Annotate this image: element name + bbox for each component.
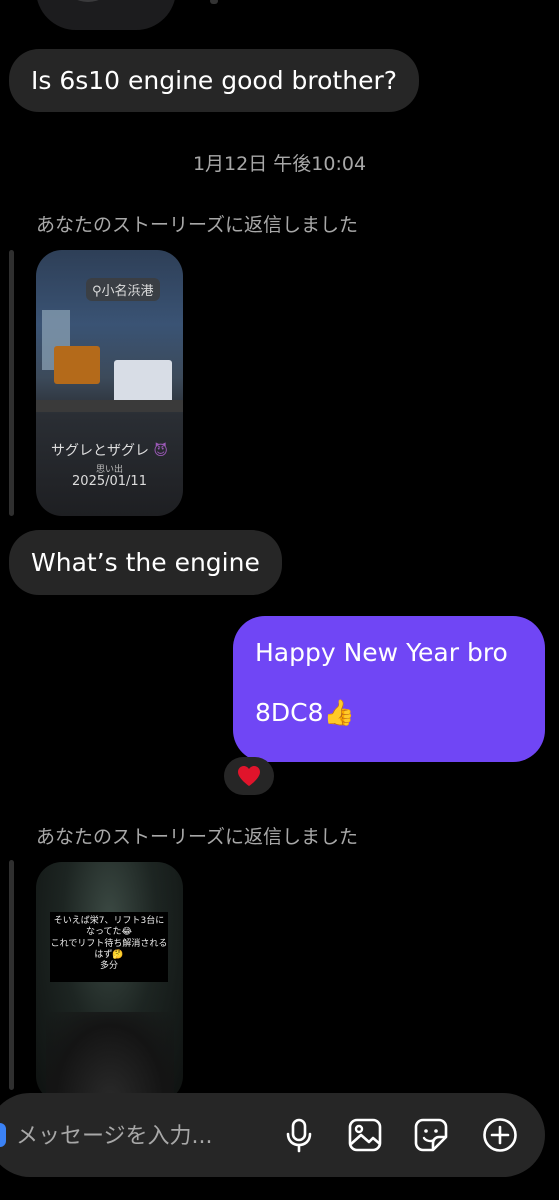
outgoing-message-bubble[interactable]: Happy New Year bro 8DC8👍 xyxy=(233,616,545,762)
previous-indicator xyxy=(210,0,218,4)
message-input[interactable] xyxy=(16,1115,276,1157)
location-pin-icon: ⚲ xyxy=(92,284,102,299)
story-reply-label: あなたのストーリーズに返信しました xyxy=(36,826,359,848)
story-image-truck xyxy=(114,360,172,404)
reply-indicator-bar xyxy=(9,860,14,1090)
devil-emoji-icon: 😈 xyxy=(153,443,169,459)
heart-icon xyxy=(238,766,260,786)
image-icon[interactable] xyxy=(347,1117,383,1153)
story-image-ground xyxy=(36,400,183,412)
story-image-truck xyxy=(54,346,100,384)
message-text: Is 6s10 engine good brother? xyxy=(31,65,397,95)
microphone-icon[interactable] xyxy=(281,1117,317,1153)
story-reply-label: あなたのストーリーズに返信しました xyxy=(36,214,359,236)
previous-story-avatar xyxy=(36,0,176,30)
heart-reaction[interactable] xyxy=(224,757,274,795)
sticker-icon[interactable] xyxy=(413,1117,449,1153)
message-timestamp: 1月12日 午後10:04 xyxy=(192,153,367,175)
location-text: 小名浜港 xyxy=(101,284,154,299)
story-date: 2025/01/11 xyxy=(72,474,147,489)
story-text-overlay: そいえば栄7、リフト3台になってた😂 これでリフト待ち解消される はず🤔 多分 xyxy=(50,912,168,982)
story-thumbnail[interactable]: そいえば栄7、リフト3台になってた😂 これでリフト待ち解消される はず🤔 多分 xyxy=(36,862,183,1102)
story-caption: サグレとザグレ 😈 xyxy=(36,440,183,460)
plus-circle-icon[interactable] xyxy=(482,1117,518,1153)
incoming-message-bubble[interactable]: Is 6s10 engine good brother? xyxy=(9,49,419,112)
location-sticker: ⚲小名浜港 xyxy=(86,278,160,301)
incoming-message-bubble[interactable]: What’s the engine xyxy=(9,530,282,595)
message-text: What’s the engine xyxy=(31,547,260,577)
story-image-dashboard xyxy=(46,1012,174,1102)
story-caption-text: サグレとザグレ xyxy=(50,443,149,459)
message-text-line: Happy New Year bro xyxy=(255,638,508,667)
reply-indicator-bar xyxy=(9,250,14,516)
story-thumbnail[interactable]: ⚲小名浜港 サグレとザグレ 😈 思い出 2025/01/11 xyxy=(36,250,183,516)
camera-button-edge[interactable] xyxy=(0,1123,6,1147)
message-text-line: 8DC8👍 xyxy=(255,698,355,727)
